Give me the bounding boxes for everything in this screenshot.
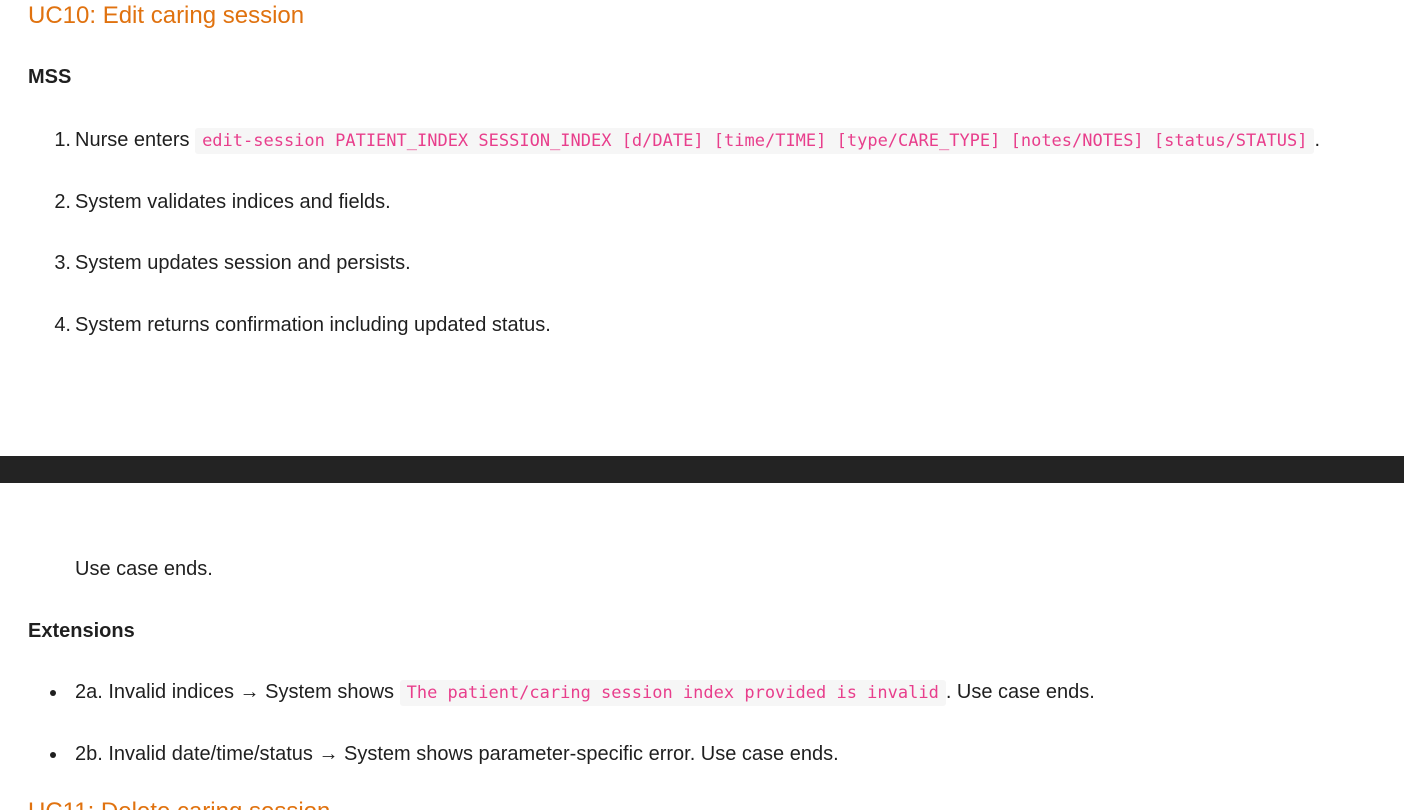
dark-divider-band [0, 456, 1404, 483]
mss-step-2: 2. System validates indices and fields. [54, 189, 391, 215]
mss-heading: MSS [28, 66, 72, 88]
extension-text: 2a. Invalid indices → System shows [75, 681, 400, 703]
mss-step-1: 1. Nurse enters edit-session PATIENT_IND… [54, 127, 1320, 154]
extension-suffix: . Use case ends. [945, 681, 1095, 703]
extensions-heading: Extensions [28, 620, 135, 642]
extension-2b: 2b. Invalid date/time/status → System sh… [50, 741, 839, 767]
mss-step-3: 3. System updates session and persists. [54, 250, 411, 276]
step-suffix: . [1314, 129, 1320, 151]
uc10-title: UC10: Edit caring session [28, 2, 305, 29]
step-number: 4. [54, 314, 71, 336]
uc11-title: UC11: Delete caring session [28, 798, 330, 810]
step-text: System returns confirmation including up… [75, 314, 551, 336]
use-case-ends: Use case ends. [75, 558, 213, 580]
error-message-code: The patient/caring session index provide… [399, 680, 946, 706]
mss-step-4: 4. System returns confirmation including… [54, 312, 551, 338]
step-text: System validates indices and fields. [75, 191, 391, 213]
step-text: Nurse enters [75, 129, 196, 151]
step-number: 1. [54, 129, 71, 151]
command-code: edit-session PATIENT_INDEX SESSION_INDEX… [195, 128, 1315, 154]
step-number: 2. [54, 191, 71, 213]
step-text: System updates session and persists. [75, 252, 411, 274]
step-number: 3. [54, 252, 71, 274]
extension-text: 2b. Invalid date/time/status → System sh… [75, 743, 839, 765]
bullet-icon [50, 690, 56, 696]
bullet-icon [50, 752, 56, 758]
extension-2a: 2a. Invalid indices → System shows The p… [50, 679, 1095, 706]
document-page: UC10: Edit caring session MSS 1. Nurse e… [0, 0, 1404, 810]
